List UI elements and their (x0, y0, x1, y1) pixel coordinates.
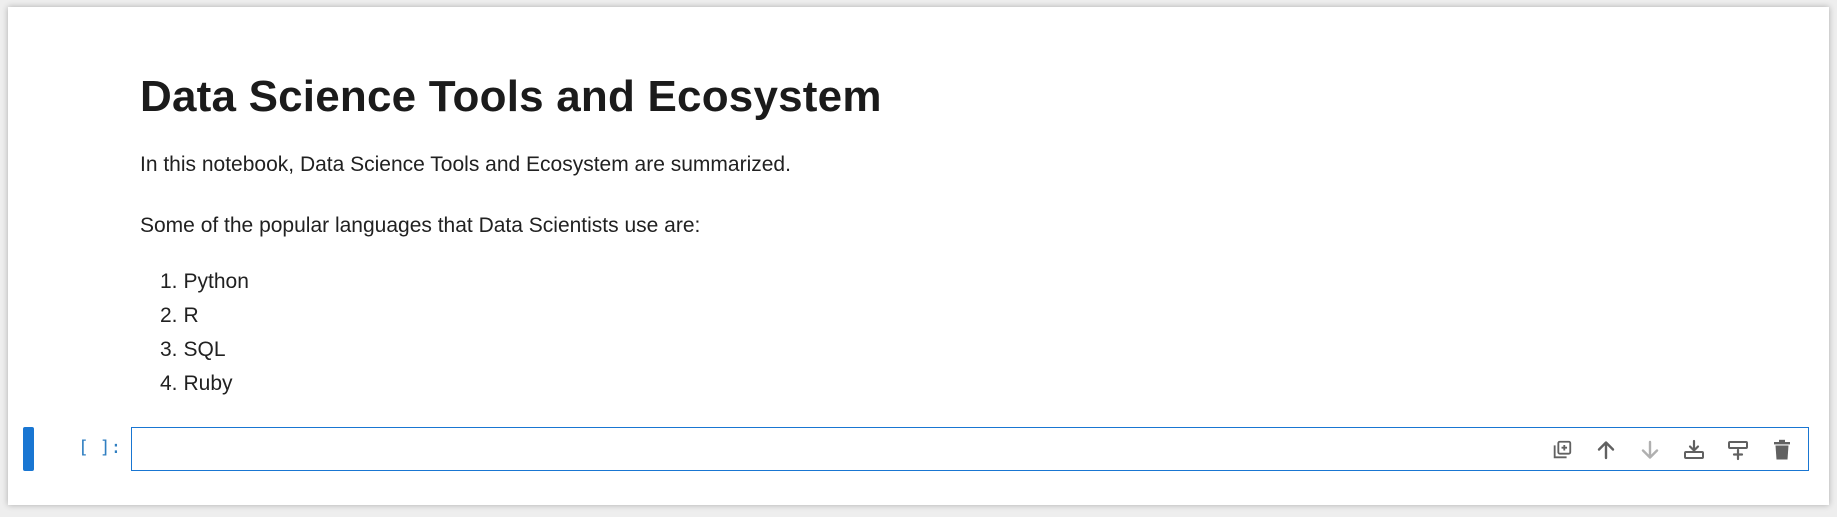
insert-cell-below-button[interactable] (1680, 436, 1708, 464)
cell-toolbar (1548, 436, 1796, 464)
insert-below-icon (1684, 439, 1704, 459)
list-item-label: SQL (183, 338, 226, 361)
delete-icon (1774, 439, 1790, 460)
list-item-number: 3. (160, 338, 178, 361)
list-item-number: 2. (160, 304, 178, 327)
move-up-icon (1597, 441, 1615, 460)
list-item-label: Ruby (183, 372, 233, 395)
list-item: 1. Python (160, 265, 1740, 299)
duplicate-cell-button[interactable] (1548, 436, 1576, 464)
code-cell[interactable]: [ ]: (8, 427, 1829, 473)
list-item-number: 4. (160, 372, 178, 395)
list-item: 3. SQL (160, 333, 1740, 367)
markdown-cell[interactable]: Data Science Tools and Ecosystem In this… (140, 67, 1740, 401)
list-item-label: R (183, 304, 199, 327)
move-down-icon (1641, 440, 1659, 459)
list-item-number: 1. (160, 270, 178, 293)
notebook-title: Data Science Tools and Ecosystem (140, 72, 882, 121)
insert-above-icon (1728, 441, 1748, 461)
notebook-page: Data Science Tools and Ecosystem In this… (8, 7, 1829, 505)
list-item: 4. Ruby (160, 367, 1740, 401)
code-editor[interactable] (131, 427, 1809, 471)
duplicate-icon (1553, 440, 1572, 459)
languages-heading: Some of the popular languages that Data … (140, 214, 701, 237)
move-up-button[interactable] (1592, 436, 1620, 464)
cell-collapser[interactable] (23, 427, 34, 471)
delete-cell-button[interactable] (1768, 436, 1796, 464)
list-item-label: Python (183, 270, 249, 293)
insert-cell-above-button[interactable] (1724, 436, 1752, 464)
input-prompt: [ ]: (78, 437, 122, 458)
list-item: 2. R (160, 299, 1740, 333)
languages-list: 1. Python 2. R 3. SQL 4. Ruby (140, 265, 1740, 401)
intro-paragraph: In this notebook, Data Science Tools and… (140, 153, 791, 176)
move-down-button[interactable] (1636, 436, 1664, 464)
